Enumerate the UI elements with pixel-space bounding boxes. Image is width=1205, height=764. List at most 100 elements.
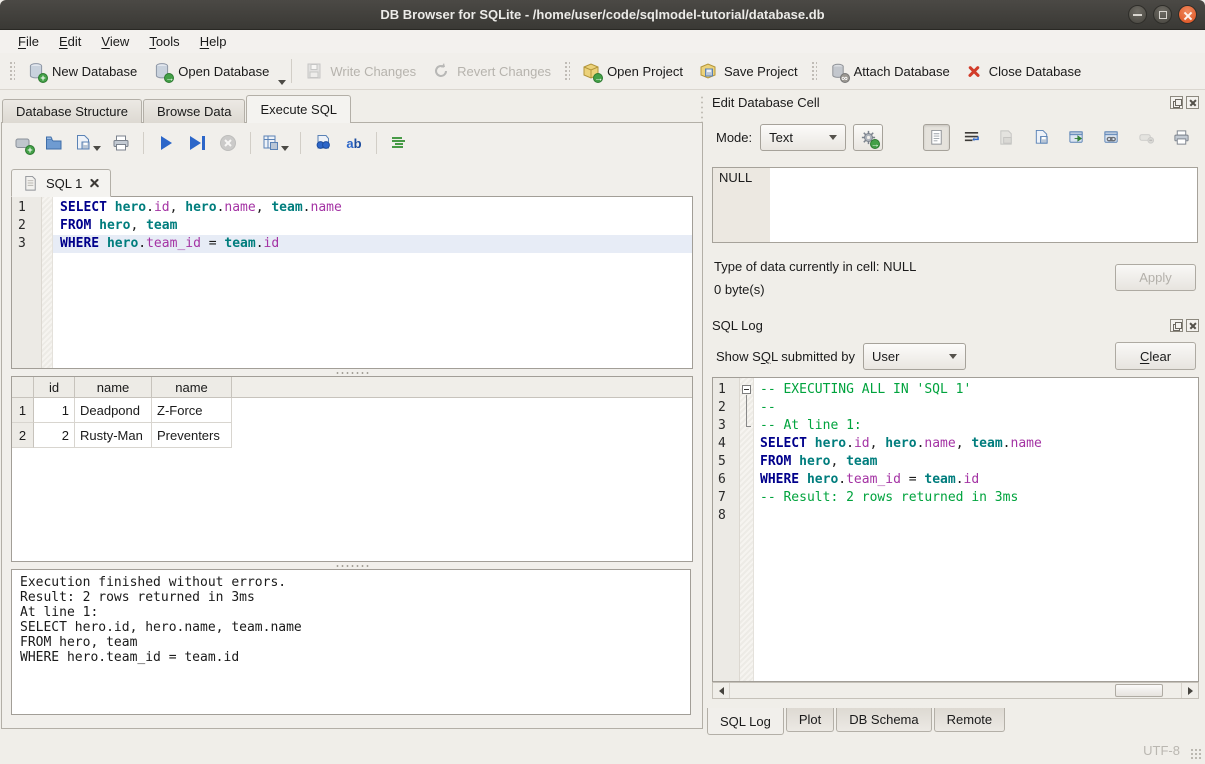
row-header[interactable]: 1 xyxy=(12,398,34,423)
cell-team-name[interactable]: Z-Force xyxy=(152,398,232,423)
toolbar-drag-handle[interactable] xyxy=(563,60,570,82)
tab-db-schema[interactable]: DB Schema xyxy=(836,708,931,732)
close-database-button[interactable]: Close Database xyxy=(958,59,1090,83)
menu-view[interactable]: View xyxy=(91,31,139,52)
format-sql-button[interactable] xyxy=(388,131,410,155)
toolbar-drag-handle[interactable] xyxy=(810,60,817,82)
row-header[interactable]: 2 xyxy=(12,423,34,448)
title-bar[interactable]: DB Browser for SQLite - /home/user/code/… xyxy=(0,0,1205,30)
tab-remote[interactable]: Remote xyxy=(934,708,1006,732)
execute-all-button[interactable] xyxy=(155,131,177,155)
toolbar-separator xyxy=(250,132,251,154)
scroll-right-icon[interactable] xyxy=(1181,683,1198,698)
stop-execution-button[interactable] xyxy=(217,131,239,155)
close-panel-icon[interactable] xyxy=(1186,96,1199,109)
attach-database-button[interactable]: ∞ Attach Database xyxy=(821,58,958,84)
cell-editor-text-area[interactable] xyxy=(770,168,1197,242)
save-results-dropdown[interactable] xyxy=(281,146,289,151)
main-tab-bar: Database Structure Browse Data Execute S… xyxy=(2,95,352,123)
save-results-button[interactable] xyxy=(262,131,289,155)
close-button[interactable] xyxy=(1178,5,1197,24)
open-sql-file-button[interactable] xyxy=(43,131,65,155)
sql-editor[interactable]: 1 2 3 SELECT hero.id, hero.name, team.na… xyxy=(11,196,693,369)
close-panel-icon[interactable] xyxy=(1186,319,1199,332)
attach-database-icon: ∞ xyxy=(829,62,847,80)
tab-browse-data[interactable]: Browse Data xyxy=(143,99,245,123)
open-database-dropdown[interactable] xyxy=(278,80,286,85)
menu-file[interactable]: File xyxy=(8,31,49,52)
sql-file-tab[interactable]: SQL 1 xyxy=(11,169,111,197)
tab-execute-sql[interactable]: Execute SQL xyxy=(246,95,351,123)
log-horizontal-scrollbar[interactable] xyxy=(712,682,1199,699)
resize-grip[interactable] xyxy=(1190,748,1202,760)
find-button[interactable] xyxy=(312,131,334,155)
print-sql-button[interactable] xyxy=(110,131,132,155)
message-line: FROM hero, team xyxy=(20,635,682,650)
save-sql-dropdown[interactable] xyxy=(93,146,101,151)
edit-cell-dock-header[interactable]: Edit Database Cell xyxy=(712,93,1199,111)
cell-id[interactable]: 2 xyxy=(34,423,75,448)
cell-hero-name[interactable]: Rusty-Man xyxy=(75,423,152,448)
apply-button[interactable]: Apply xyxy=(1115,264,1196,291)
replace-button[interactable]: ab xyxy=(343,131,365,155)
cell-hero-name[interactable]: Deadpond xyxy=(75,398,152,423)
tab-sql-log[interactable]: SQL Log xyxy=(707,708,784,735)
cell-editor-gutter: NULL xyxy=(713,168,770,242)
column-header-name2[interactable]: name xyxy=(152,377,232,397)
gear-icon: → xyxy=(860,129,877,146)
maximize-button[interactable] xyxy=(1153,5,1172,24)
float-panel-icon[interactable] xyxy=(1170,319,1183,332)
open-external-icon xyxy=(1068,129,1085,146)
save-sql-file-button[interactable] xyxy=(74,131,101,155)
print-cell-button[interactable] xyxy=(1168,124,1195,151)
column-header-name[interactable]: name xyxy=(75,377,152,397)
save-project-button[interactable]: Save Project xyxy=(691,58,806,84)
log-text-area[interactable]: -- EXECUTING ALL IN 'SQL 1' -- -- At lin… xyxy=(754,378,1198,681)
link-icon xyxy=(1103,129,1120,146)
toolbar-drag-handle[interactable] xyxy=(8,60,15,82)
sql-log-dock-header[interactable]: SQL Log xyxy=(712,316,1199,334)
cell-value-editor[interactable]: NULL xyxy=(712,167,1198,243)
open-database-button[interactable]: → Open Database xyxy=(145,58,277,84)
cell-team-name[interactable]: Preventers xyxy=(152,423,232,448)
auto-mode-button[interactable]: → xyxy=(853,124,883,151)
minimize-button[interactable] xyxy=(1128,5,1147,24)
scrollbar-thumb[interactable] xyxy=(1115,684,1163,697)
fold-marker[interactable] xyxy=(740,381,754,399)
write-changes-button[interactable]: Write Changes xyxy=(297,58,424,84)
set-link-button[interactable] xyxy=(1098,124,1125,151)
menu-tools[interactable]: Tools xyxy=(139,31,189,52)
set-null-button[interactable] xyxy=(1133,124,1160,151)
text-mode-button[interactable] xyxy=(923,124,950,151)
scrollbar-track[interactable] xyxy=(730,683,1181,698)
open-external-button[interactable] xyxy=(1063,124,1090,151)
new-tab-icon: + xyxy=(14,134,32,152)
editor-text-area[interactable]: SELECT hero.id, hero.name, team.name FRO… xyxy=(53,197,692,368)
import-data-button[interactable] xyxy=(993,124,1020,151)
new-database-button[interactable]: + New Database xyxy=(19,58,145,84)
editor-results-splitter[interactable] xyxy=(11,369,693,376)
results-message-splitter[interactable] xyxy=(11,562,693,569)
cell-id[interactable]: 1 xyxy=(34,398,75,423)
menu-edit[interactable]: Edit xyxy=(49,31,91,52)
word-wrap-button[interactable] xyxy=(958,124,985,151)
close-tab-icon[interactable] xyxy=(89,178,100,189)
tab-database-structure[interactable]: Database Structure xyxy=(2,99,142,123)
mode-select[interactable]: Text xyxy=(760,124,846,151)
corner-header[interactable] xyxy=(12,377,34,397)
sql-log-view[interactable]: 1 2 3 4 5 6 7 8 -- EXECUTING ALL IN xyxy=(712,377,1199,682)
execute-line-button[interactable] xyxy=(186,131,208,155)
execution-message-box[interactable]: Execution finished without errors. Resul… xyxy=(11,569,691,715)
tab-plot[interactable]: Plot xyxy=(786,708,834,732)
submitted-by-select[interactable]: User xyxy=(863,343,966,370)
scroll-left-icon[interactable] xyxy=(713,683,730,698)
column-header-id[interactable]: id xyxy=(34,377,75,397)
export-data-button[interactable] xyxy=(1028,124,1055,151)
float-panel-icon[interactable] xyxy=(1170,96,1183,109)
menu-help[interactable]: Help xyxy=(190,31,237,52)
clear-log-button[interactable]: Clear xyxy=(1115,342,1196,370)
log-line: -- xyxy=(754,399,1198,417)
open-project-button[interactable]: → Open Project xyxy=(574,58,691,84)
revert-changes-button[interactable]: Revert Changes xyxy=(424,58,559,84)
new-sql-tab-button[interactable]: + xyxy=(12,131,34,155)
